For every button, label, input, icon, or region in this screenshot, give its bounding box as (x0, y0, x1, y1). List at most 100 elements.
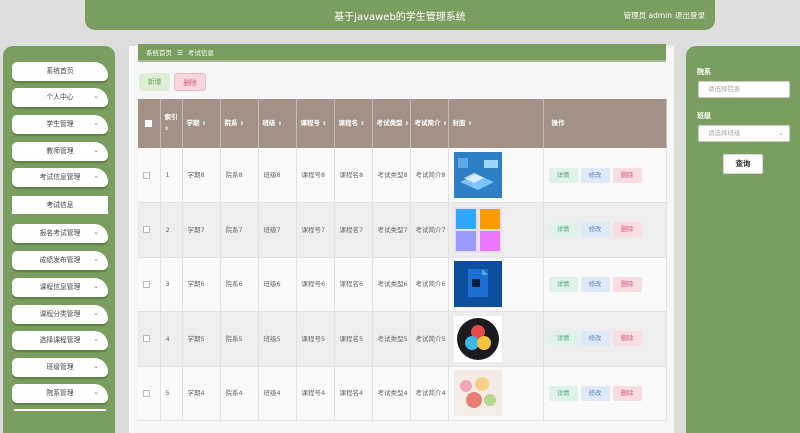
add-button[interactable]: 新增 (139, 73, 170, 91)
cell-exam-type: 考试类型7 (372, 202, 411, 258)
detail-button[interactable]: 详情 (548, 385, 578, 401)
cell-term: 学期4 (182, 366, 221, 421)
class-label: 班级 (697, 112, 711, 120)
row-checkbox[interactable] (143, 280, 150, 288)
sort-icon[interactable]: ⇕ (360, 121, 364, 127)
row-checkbox[interactable] (143, 335, 150, 343)
cell-department: 院系8 (220, 148, 259, 203)
cell-index: 3 (160, 257, 183, 312)
row-select-cell (138, 148, 161, 203)
sidebar-item-course-selection[interactable]: 选择课程管理 ⌄ (12, 331, 108, 350)
cell-index: 1 (160, 148, 183, 203)
chevron-down-icon: ⌄ (93, 388, 99, 396)
chevron-down-icon: ⌄ (93, 92, 99, 100)
department-select[interactable]: 请选择院系 (698, 81, 790, 98)
row-delete-button[interactable]: 删除 (612, 167, 642, 183)
sidebar-item-students[interactable]: 学生管理 ⌄ (12, 115, 108, 134)
logout-link[interactable]: 退出登录 (675, 10, 705, 21)
table-row: 5 学期4 院系4 班级4 课程号4 课程名4 考试类型4 考试简介4 详情 修改… (138, 366, 667, 421)
sort-icon[interactable]: ⇕ (322, 121, 326, 127)
chevron-down-icon: ⌄ (93, 119, 99, 127)
sort-icon[interactable]: ⇕ (278, 121, 282, 127)
chevron-down-icon: ⌄ (93, 335, 99, 343)
cell-department: 院系7 (220, 202, 259, 258)
cell-index: 5 (160, 366, 183, 421)
row-select-cell (138, 366, 161, 421)
detail-button[interactable]: 详情 (548, 167, 578, 183)
edit-button[interactable]: 修改 (580, 276, 610, 292)
sidebar-item-teachers[interactable]: 教师管理 ⌄ (12, 142, 108, 161)
edit-button[interactable]: 修改 (580, 385, 610, 401)
cell-cover (448, 148, 544, 203)
edit-button[interactable]: 修改 (580, 167, 610, 183)
table-header-row: 索引⇕ 学期 ⇕ 院系 ⇕ 班级 ⇕ 课程号 ⇕ 课程名 ⇕ 考试类型 ⇕ 考试… (138, 99, 667, 148)
cell-department: 院系6 (220, 257, 259, 312)
sidebar-item-course-category[interactable]: 课程分类管理 ⌄ (12, 305, 108, 324)
cell-department: 院系4 (220, 366, 259, 421)
row-checkbox[interactable] (143, 171, 150, 179)
sort-icon[interactable]: ⇕ (202, 121, 206, 127)
header-course-name: 课程名 ⇕ (334, 99, 373, 148)
row-delete-button[interactable]: 删除 (612, 331, 642, 347)
header-index: 索引⇕ (160, 99, 183, 148)
davinci-resolve-icon (453, 315, 502, 362)
cell-actions: 详情 修改 删除 (543, 202, 667, 258)
sidebar-item-home[interactable]: 系统首页 (12, 62, 108, 81)
cell-course-name: 课程名4 (334, 366, 373, 421)
sort-icon[interactable]: ⇕ (468, 121, 472, 127)
cell-exam-intro: 考试简介7 (410, 202, 449, 258)
header-cover: 封面 ⇕ (448, 99, 544, 148)
cell-actions: 详情 修改 删除 (543, 311, 667, 367)
row-select-cell (138, 202, 161, 258)
header-actions: 操作 (543, 99, 667, 148)
app-header: 基于javaweb的学生管理系统 (85, 0, 715, 30)
user-role: 管理员 (623, 11, 647, 20)
breadcrumb: 系统首页 ☰ 考试信息 (138, 44, 666, 62)
sort-icon[interactable]: ⇕ (443, 121, 447, 127)
edit-button[interactable]: 修改 (580, 331, 610, 347)
cell-actions: 详情 修改 删除 (543, 148, 667, 203)
row-select-cell (138, 257, 161, 312)
sidebar-item-courses[interactable]: 课程信息管理 ⌄ (12, 278, 108, 297)
sidebar-item-departments[interactable]: 院系管理 ⌄ (12, 384, 108, 403)
sidebar-item-profile[interactable]: 个人中心 ⌄ (12, 88, 108, 107)
cell-exam-intro: 考试简介6 (410, 257, 449, 312)
row-delete-button[interactable]: 删除 (612, 222, 642, 238)
cell-course-name: 课程名8 (334, 148, 373, 203)
row-delete-button[interactable]: 删除 (612, 276, 642, 292)
detail-button[interactable]: 详情 (548, 276, 578, 292)
edit-button[interactable]: 修改 (580, 222, 610, 238)
chevron-down-icon: ⌄ (93, 309, 99, 317)
select-all-checkbox[interactable] (145, 119, 153, 127)
isometric-app-icon (453, 152, 502, 198)
sort-icon[interactable]: ⇕ (165, 126, 169, 132)
sort-icon[interactable]: ⇕ (240, 121, 244, 127)
detail-button[interactable]: 详情 (548, 331, 578, 347)
breadcrumb-separator-icon: ☰ (177, 49, 183, 57)
photoshop-doc-icon (453, 261, 502, 308)
exam-table: 索引⇕ 学期 ⇕ 院系 ⇕ 班级 ⇕ 课程号 ⇕ 课程名 ⇕ 考试类型 ⇕ 考试… (138, 99, 667, 421)
delete-button[interactable]: 删除 (174, 73, 206, 91)
detail-button[interactable]: 详情 (548, 222, 578, 238)
chevron-down-icon: ⌄ (93, 362, 99, 370)
cell-course-name: 课程名6 (334, 257, 373, 312)
sidebar-item-classes[interactable]: 班级管理 ⌄ (12, 358, 108, 377)
table-row: 1 学期8 院系8 班级8 课程号8 课程名8 考试类型8 考试简介8 详情 修改… (138, 148, 667, 203)
row-delete-button[interactable]: 删除 (612, 385, 642, 401)
sidebar-item-grade-publish[interactable]: 成绩发布管理 ⌄ (12, 251, 108, 270)
sidebar-divider (14, 409, 106, 411)
row-checkbox[interactable] (143, 389, 150, 397)
select-all-header (138, 99, 161, 148)
header-user: 管理员 admin (624, 10, 672, 21)
search-panel (686, 46, 800, 433)
sidebar-item-exam-registration[interactable]: 报名考试管理 ⌄ (12, 224, 108, 243)
class-select[interactable]: 请选择班级 ⌄ (698, 125, 790, 142)
sidebar-item-exam-info[interactable]: 考试信息管理 ⌃ (12, 168, 108, 187)
submenu-item-exam-info[interactable]: 考试信息 (12, 196, 108, 214)
cell-course-no: 课程号7 (296, 202, 335, 258)
breadcrumb-home[interactable]: 系统首页 (146, 49, 172, 57)
search-button[interactable]: 查询 (723, 154, 763, 174)
row-checkbox[interactable] (143, 226, 150, 234)
cell-exam-intro: 考试简介8 (410, 148, 449, 203)
sort-icon[interactable]: ⇕ (405, 121, 409, 127)
